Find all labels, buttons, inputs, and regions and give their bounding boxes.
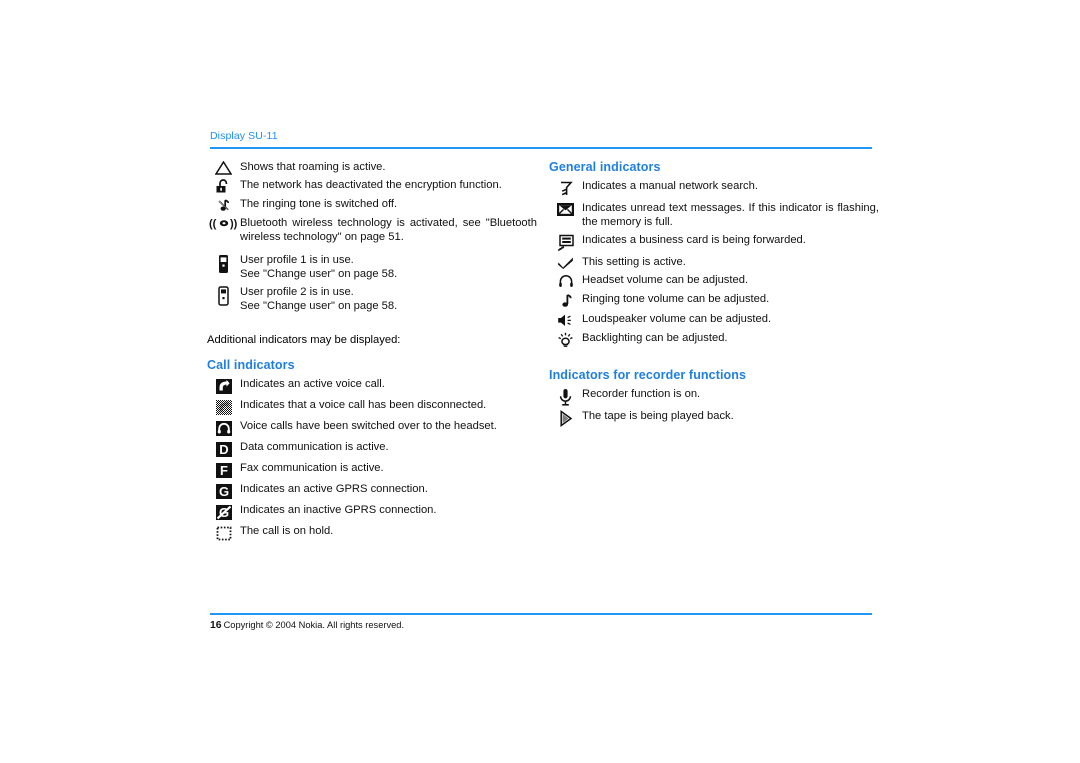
indicator-text: Indicates a business card is being forwa… [582, 233, 806, 246]
indicator-row: User profile 2 is in use. See "Change us… [207, 285, 537, 314]
indicator-text: Loudspeaker volume can be adjusted. [582, 312, 772, 325]
indicator-text: The call is on hold. [240, 524, 334, 537]
indicator-text: Headset volume can be adjusted. [582, 273, 749, 286]
indicator-row: This setting is active. [549, 255, 879, 270]
indicator-text: The ringing tone is switched off. [240, 198, 398, 210]
indicator-text: The network has deactivated the encrypti… [240, 179, 502, 191]
business-card-forward-icon [549, 233, 582, 252]
indicator-text-line1: User profile 1 is in use. [240, 253, 354, 266]
disconnected-call-icon [207, 398, 240, 416]
indicator-text: Indicates a manual network search. [582, 180, 758, 192]
indicator-row: Ringing tone volume can be adjusted. [549, 292, 879, 309]
indicator-text: Shows that roaming is active. [240, 161, 386, 173]
indicator-row: Indicates an active voice call. [207, 377, 537, 395]
indicator-text-line1: User profile 2 is in use. [240, 285, 354, 298]
document-page: Display SU-11 Shows that roaming is acti… [0, 0, 1080, 763]
indicator-row: Loudspeaker volume can be adjusted. [549, 312, 879, 328]
indicator-text: Indicates an active GPRS connection. [240, 482, 428, 495]
indicator-row: Recorder function is on. [549, 387, 879, 406]
footer: 16 Copyright © 2004 Nokia. All rights res… [210, 620, 404, 631]
additional-indicators-note: Additional indicators may be displayed: [207, 334, 401, 347]
headset-call-icon [207, 419, 240, 437]
indicator-text-line2: See "Change user" on page 58. [240, 268, 398, 281]
indicator-row: Headset volume can be adjusted. [549, 273, 879, 289]
left-column: Shows that roaming is active. The networ… [207, 160, 537, 545]
unread-message-icon [549, 201, 582, 217]
indicator-row: Indicates unread text messages. If this … [549, 201, 879, 230]
indicator-row: G Indicates an inactive GPRS connection. [207, 503, 537, 521]
indicator-row: Indicates a business card is being forwa… [549, 233, 879, 252]
indicator-row: The tape is being played back. [549, 409, 879, 427]
indicator-row: User profile 1 is in use. See "Change us… [207, 253, 537, 282]
crossed-note-icon [207, 197, 240, 213]
open-padlock-icon [207, 178, 240, 194]
header-rule [210, 147, 872, 149]
general-indicators-heading: General indicators [549, 160, 661, 174]
indicator-row: The call is on hold. [207, 524, 537, 542]
backlighting-icon [549, 331, 582, 348]
indicator-text: Indicates that a voice call has been dis… [240, 398, 487, 411]
active-voice-call-icon [207, 377, 240, 395]
recorder-indicators-heading: Indicators for recorder functions [549, 367, 747, 382]
loudspeaker-volume-icon [549, 312, 582, 328]
indicator-text: Data communication is active. [240, 440, 389, 453]
indicator-row: Indicates that a voice call has been dis… [207, 398, 537, 416]
indicator-text: User profile 2 is in use. See "Change us… [240, 285, 537, 314]
svg-text:F: F [220, 463, 228, 478]
copyright-text: Copyright © 2004 Nokia. All rights reser… [223, 620, 405, 630]
indicator-text: This setting is active. [582, 255, 686, 268]
play-tape-icon [549, 409, 582, 427]
user-profile-1-icon [207, 253, 240, 274]
svg-text:)): )) [230, 218, 238, 230]
svg-text:((: (( [209, 218, 217, 230]
headset-volume-icon [549, 273, 582, 289]
indicator-row: F Fax communication is active. [207, 461, 537, 479]
gprs-inactive-icon: G [207, 503, 240, 521]
indicator-text: Indicates an inactive GPRS connection. [240, 503, 437, 516]
indicator-text: Recorder function is on. [582, 387, 701, 400]
user-profile-2-icon [207, 285, 240, 306]
call-on-hold-icon [207, 524, 240, 542]
indicator-text: Backlighting can be adjusted. [582, 331, 728, 344]
manual-network-search-icon [549, 179, 582, 198]
fax-communication-icon: F [207, 461, 240, 479]
indicator-text: Indicates unread text messages. If this … [582, 202, 879, 229]
gprs-active-icon: G [207, 482, 240, 500]
indicator-text: Fax communication is active. [240, 461, 384, 474]
indicator-text: Indicates an active voice call. [240, 377, 385, 390]
indicator-text: Voice calls have been switched over to t… [240, 419, 497, 432]
microphone-recorder-icon [549, 387, 582, 406]
ringing-tone-volume-icon [549, 292, 582, 309]
checkmark-icon [549, 255, 582, 270]
indicator-text: The tape is being played back. [582, 409, 734, 422]
page-number: 16 [210, 620, 222, 631]
indicator-row: (( )) Bluetooth wireless technology is a… [207, 216, 538, 245]
indicator-row: Voice calls have been switched over to t… [207, 419, 537, 437]
running-head: Display SU-11 [210, 130, 278, 142]
triangle-roaming-icon [207, 160, 240, 175]
bluetooth-antenna-icon: (( )) [207, 216, 240, 230]
indicator-row: Shows that roaming is active. [207, 160, 537, 175]
data-communication-icon: D [207, 440, 240, 458]
svg-text:D: D [219, 442, 228, 457]
call-indicators-heading: Call indicators [207, 357, 295, 372]
right-column: General indicators Indicates a manual ne… [549, 160, 879, 430]
footer-rule [210, 613, 872, 615]
indicator-row: Backlighting can be adjusted. [549, 331, 879, 348]
indicator-text: Ringing tone volume can be adjusted. [582, 292, 770, 305]
svg-text:G: G [218, 484, 228, 499]
indicator-row: The ringing tone is switched off. [207, 197, 537, 213]
indicator-text: User profile 1 is in use. See "Change us… [240, 253, 537, 282]
indicator-text: Bluetooth wireless technology is activat… [240, 217, 537, 244]
indicator-row: Indicates a manual network search. [549, 179, 879, 198]
indicator-text-line2: See "Change user" on page 58. [240, 300, 398, 313]
indicator-row: The network has deactivated the encrypti… [207, 178, 537, 194]
indicator-row: D Data communication is active. [207, 440, 537, 458]
indicator-row: G Indicates an active GPRS connection. [207, 482, 537, 500]
